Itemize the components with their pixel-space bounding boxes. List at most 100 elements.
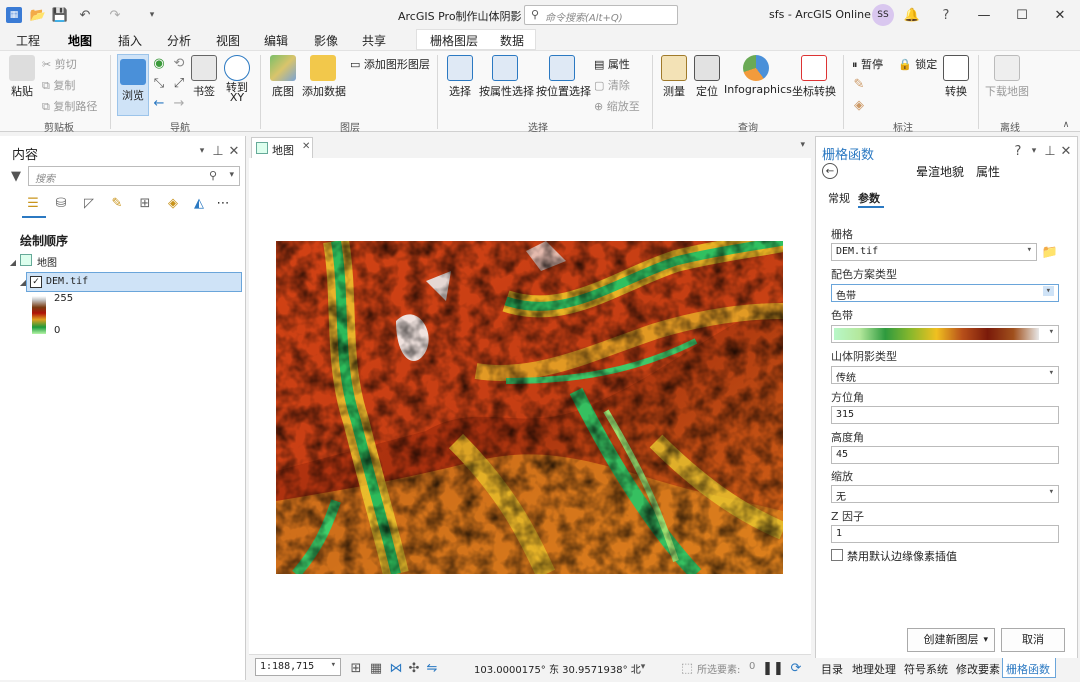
locate-button[interactable]: 定位 bbox=[693, 55, 721, 99]
data-source-icon[interactable]: ⛁ bbox=[52, 194, 70, 212]
tab-raster-functions[interactable]: 栅格函数 bbox=[1006, 661, 1050, 677]
tab-parameters[interactable]: 参数 bbox=[858, 190, 880, 206]
forward-icon[interactable]: → bbox=[172, 96, 186, 111]
pane-options-icon[interactable]: ▾ bbox=[1028, 145, 1040, 157]
z-factor-input[interactable]: 1 bbox=[831, 525, 1059, 543]
help-icon[interactable]: ? bbox=[1012, 144, 1024, 159]
editing-icon[interactable]: ✎ bbox=[108, 194, 126, 212]
expand-layer-icon[interactable]: ◢ bbox=[18, 276, 28, 288]
tab-general[interactable]: 常规 bbox=[828, 190, 850, 206]
close-pane-icon[interactable]: ✕ bbox=[228, 144, 240, 159]
labeling-view-icon[interactable]: ◈ bbox=[164, 194, 182, 212]
undo-icon[interactable]: ↶ bbox=[78, 7, 92, 23]
tab-catalog[interactable]: 目录 bbox=[821, 661, 843, 677]
convert-button[interactable]: 转换 bbox=[942, 55, 970, 99]
hillshade-type-dropdown[interactable]: 传统 ▾ bbox=[831, 366, 1059, 384]
azimuth-input[interactable]: 315 bbox=[831, 406, 1059, 424]
layer-name[interactable]: DEM.tif bbox=[46, 276, 88, 287]
filter-icon[interactable]: ▼ bbox=[10, 169, 22, 184]
tab-view[interactable]: 视图 bbox=[216, 32, 240, 49]
tab-imagery[interactable]: 影像 bbox=[314, 32, 338, 49]
tab-symbology[interactable]: 符号系统 bbox=[904, 661, 948, 677]
drawing-order-icon[interactable]: ☰ bbox=[24, 194, 42, 212]
pin-icon[interactable]: ⊥ bbox=[1044, 144, 1056, 159]
close-pane-icon[interactable]: ✕ bbox=[1060, 144, 1072, 159]
snapping-toggle-icon[interactable]: ⋈ bbox=[389, 661, 403, 676]
refresh-icon[interactable]: ⟳ bbox=[789, 661, 803, 676]
basemap-button[interactable]: 底图 bbox=[268, 55, 298, 99]
save-icon[interactable]: 💾 bbox=[52, 7, 68, 23]
tab-raster-layer[interactable]: 栅格图层 bbox=[430, 32, 478, 49]
close-icon[interactable]: ✕ bbox=[1052, 7, 1068, 23]
avatar[interactable]: SS bbox=[872, 4, 894, 26]
layer-visibility-checkbox[interactable]: ✓ bbox=[30, 276, 42, 288]
minimize-icon[interactable]: — bbox=[976, 7, 992, 23]
full-extent-icon[interactable]: ◉ bbox=[152, 56, 166, 71]
refresh-map-icon[interactable]: ⇋ bbox=[425, 661, 439, 676]
fixed-zoom-out-icon[interactable]: ⤢ bbox=[172, 76, 186, 91]
color-scheme-type-dropdown[interactable]: 色带 ▾ bbox=[831, 284, 1059, 302]
map-view-tab[interactable]: 地图 ✕ bbox=[251, 137, 313, 158]
disable-edge-interpolation-checkbox[interactable] bbox=[831, 549, 843, 561]
select-by-attributes-button[interactable]: 按属性选择 bbox=[479, 55, 534, 99]
charts-icon[interactable]: ◭ bbox=[190, 194, 208, 212]
close-tab-icon[interactable]: ✕ bbox=[302, 141, 310, 152]
maximize-icon[interactable]: ☐ bbox=[1014, 7, 1030, 23]
create-new-layer-button[interactable]: 创建新图层 ▾ bbox=[907, 628, 995, 652]
collapse-ribbon-icon[interactable]: ∧ bbox=[1060, 119, 1072, 131]
expand-map-icon[interactable]: ◢ bbox=[8, 256, 18, 268]
cancel-button[interactable]: 取消 bbox=[1001, 628, 1065, 652]
tab-map[interactable]: 地图 bbox=[68, 32, 93, 53]
clear-button[interactable]: ▢ 清除 bbox=[594, 77, 630, 93]
tab-edit[interactable]: 编辑 bbox=[264, 32, 288, 49]
view-unplaced-icon[interactable]: ✎ bbox=[852, 77, 866, 92]
scale-grid-icon[interactable]: ⊞ bbox=[349, 661, 363, 676]
snapping-icon[interactable]: ⊞ bbox=[136, 194, 154, 212]
browse-folder-icon[interactable]: 📁 bbox=[1042, 245, 1058, 260]
tab-data[interactable]: 数据 bbox=[500, 32, 524, 49]
pause-labeling-button[interactable]: ⏸ 暂停 bbox=[852, 56, 883, 72]
altitude-input[interactable]: 45 bbox=[831, 446, 1059, 464]
coordinate-format-icon[interactable]: ▾ bbox=[637, 661, 649, 673]
infographics-button[interactable]: Infographics bbox=[724, 55, 792, 96]
customize-qat-icon[interactable]: ▾ bbox=[146, 7, 158, 23]
add-graphics-layer-button[interactable]: ▭ 添加图形图层 bbox=[350, 56, 430, 72]
help-icon[interactable]: ? bbox=[938, 7, 954, 23]
more-labeling-icon[interactable]: ◈ bbox=[852, 98, 866, 113]
pane-options-icon[interactable]: ▾ bbox=[196, 145, 208, 157]
attributes-button[interactable]: ▤ 属性 bbox=[594, 56, 630, 72]
back-icon[interactable]: ← bbox=[152, 96, 166, 111]
tab-geoprocessing[interactable]: 地理处理 bbox=[852, 661, 896, 677]
tab-project[interactable]: 工程 bbox=[16, 32, 40, 49]
tab-share[interactable]: 共享 bbox=[362, 32, 386, 49]
notification-icon[interactable]: 🔔 bbox=[904, 7, 920, 23]
paste-button[interactable]: 粘贴 bbox=[8, 55, 36, 99]
tab-insert[interactable]: 插入 bbox=[118, 32, 142, 49]
selection-view-icon[interactable]: ◸ bbox=[80, 194, 98, 212]
bookmarks-button[interactable]: 书签 bbox=[190, 55, 218, 99]
color-ramp-dropdown[interactable]: ▾ bbox=[831, 325, 1059, 343]
lock-labeling-button[interactable]: 🔒 锁定 bbox=[898, 56, 937, 72]
more-icon[interactable]: ⋯ bbox=[214, 194, 232, 212]
copy-button[interactable]: ⧉ 复制 bbox=[42, 77, 75, 93]
add-data-button[interactable]: 添加数据 bbox=[302, 55, 346, 99]
redo-icon[interactable]: ↷ bbox=[108, 7, 122, 23]
constraints-icon[interactable]: ✣ bbox=[407, 661, 421, 676]
account-name[interactable]: sfs - ArcGIS Online bbox=[769, 8, 871, 21]
coordinate-conversion-button[interactable]: 坐标转换 bbox=[792, 55, 836, 99]
contents-search[interactable]: 搜索 ⚲ ▾ bbox=[28, 166, 240, 186]
measure-button[interactable]: 测量 bbox=[660, 55, 688, 99]
download-map-button[interactable]: 下载地图 bbox=[985, 55, 1029, 99]
select-by-location-button[interactable]: 按位置选择 bbox=[536, 55, 591, 99]
pin-icon[interactable]: ⊥ bbox=[212, 144, 224, 159]
raster-dropdown[interactable]: DEM.tif ▾ bbox=[831, 243, 1037, 261]
tab-list-icon[interactable]: ▾ bbox=[800, 140, 805, 150]
zoom-to-button[interactable]: ⊕ 缩放至 bbox=[594, 98, 640, 114]
goto-xy-button[interactable]: 转到 XY bbox=[223, 55, 251, 103]
copy-path-button[interactable]: ⧉ 复制路径 bbox=[42, 98, 97, 114]
back-icon[interactable]: ← bbox=[822, 163, 838, 179]
scale-selector[interactable]: 1:188,715 ▾ bbox=[255, 658, 341, 676]
cut-button[interactable]: ✂ 剪切 bbox=[42, 56, 77, 72]
tab-analysis[interactable]: 分析 bbox=[167, 32, 191, 49]
fixed-zoom-in-icon[interactable]: ⤡ bbox=[152, 76, 166, 91]
